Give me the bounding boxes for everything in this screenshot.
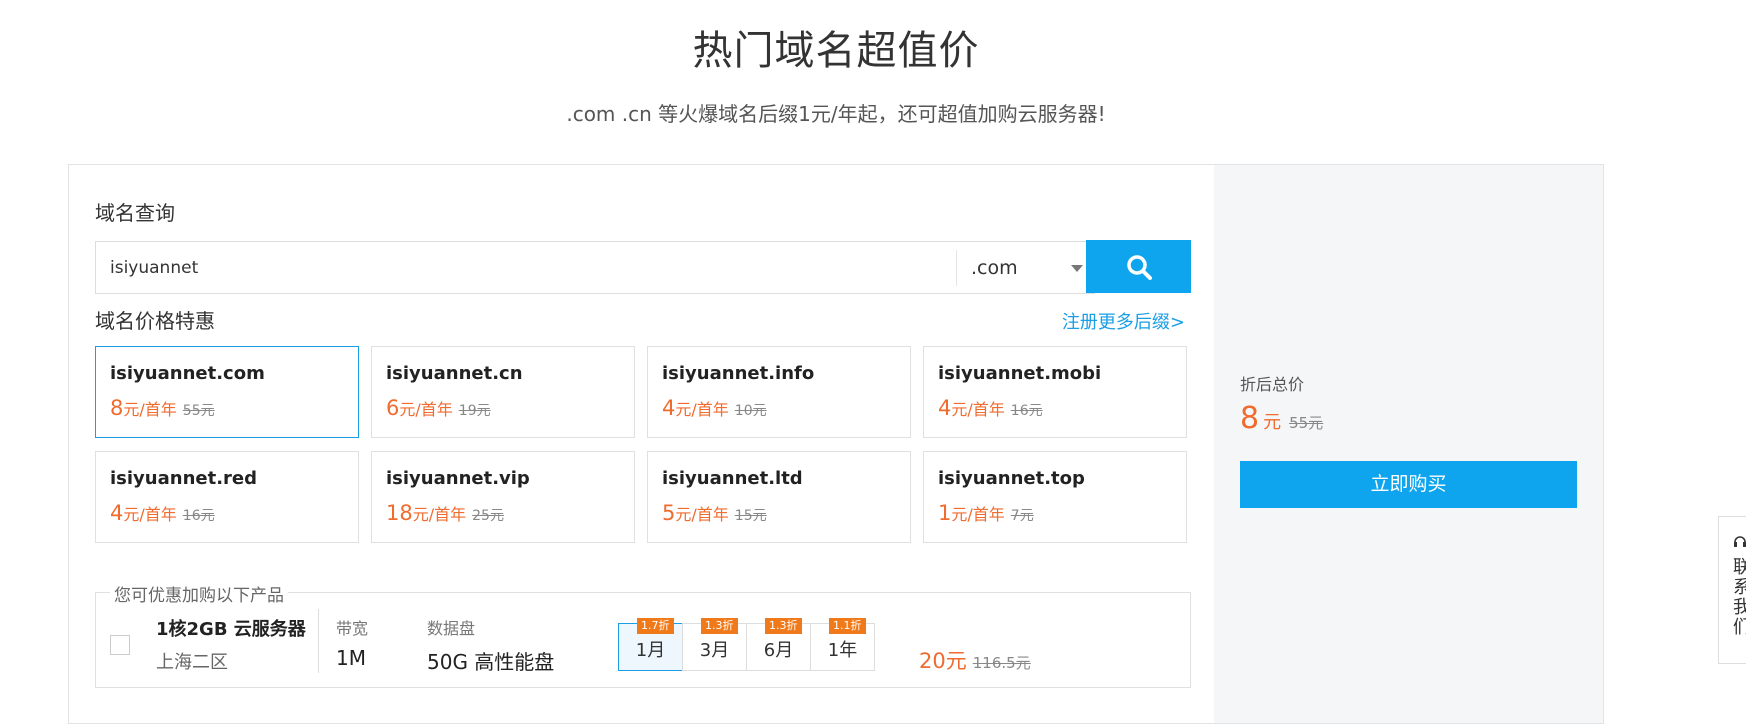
domain-offer-card[interactable]: isiyuannet.ltd 5元/首年 15元 <box>647 451 911 543</box>
total-old-price: 55元 <box>1289 414 1324 432</box>
domain-price-unit: 元/首年 <box>399 400 453 419</box>
domain-price-unit: 元/首年 <box>123 505 177 524</box>
domain-panel: 域名查询 .com 域名价格特惠 注册更多后缀> isiyuannet.com 8… <box>68 164 1604 724</box>
discount-badge: 1.3折 <box>765 618 802 634</box>
domain-price-value: 4 <box>110 501 124 525</box>
domain-price: 4元/首年 16元 <box>938 396 1186 420</box>
headset-icon <box>1734 536 1746 547</box>
suffix-select-value: .com <box>971 257 1018 279</box>
domain-offer-card[interactable]: isiyuannet.info 4元/首年 10元 <box>647 346 911 438</box>
domain-old-price: 7元 <box>1010 508 1034 524</box>
domain-price-unit: 元/首年 <box>675 400 729 419</box>
hero-subtitle: .com .cn 等火爆域名后缀1元/年起，还可超值加购云服务器! <box>566 102 1106 126</box>
domain-price-value: 1 <box>938 501 952 525</box>
search-section-label: 域名查询 <box>95 201 175 225</box>
addon-section: 您可优惠加购以下产品 1核2GB 云服务器 上海二区 带宽 1M 数据盘 50G… <box>95 581 1191 688</box>
domain-offer-card[interactable]: isiyuannet.com 8元/首年 55元 <box>95 346 359 438</box>
domain-name: isiyuannet.com <box>110 363 265 384</box>
discount-badge: 1.1折 <box>829 618 866 634</box>
contact-widget-text: 联系我们 <box>1733 557 1746 638</box>
domain-name: isiyuannet.top <box>938 468 1085 489</box>
domain-price-value: 18 <box>386 501 413 525</box>
domain-price: 4元/首年 10元 <box>662 396 910 420</box>
total-price: 8 元 55元 <box>1240 401 1323 436</box>
period-label: 1月 <box>635 640 666 661</box>
addon-title: 1核2GB 云服务器 <box>156 619 306 640</box>
domain-offer-card[interactable]: isiyuannet.red 4元/首年 16元 <box>95 451 359 543</box>
search-icon <box>1126 254 1152 280</box>
domain-old-price: 15元 <box>734 508 767 524</box>
search-box: .com <box>95 241 1095 294</box>
addon-legend: 您可优惠加购以下产品 <box>110 581 288 606</box>
domain-name: isiyuannet.cn <box>386 363 523 384</box>
addon-price-value: 20元 <box>919 649 967 673</box>
addon-old-price: 116.5元 <box>972 654 1031 672</box>
domain-price-value: 8 <box>110 396 124 420</box>
domain-price-unit: 元/首年 <box>123 400 177 419</box>
domain-price-value: 4 <box>662 396 676 420</box>
discount-badge: 1.3折 <box>701 618 738 634</box>
domain-price-unit: 元/首年 <box>951 400 1005 419</box>
domain-price-value: 6 <box>386 396 400 420</box>
bandwidth-value: 1M <box>336 646 366 670</box>
period-option[interactable]: 1.1折 1年 <box>810 618 875 671</box>
domain-old-price: 16元 <box>1010 403 1043 419</box>
domain-price: 8元/首年 55元 <box>110 396 358 420</box>
domain-name: isiyuannet.red <box>110 468 257 489</box>
domain-old-price: 55元 <box>182 403 215 419</box>
domain-price-unit: 元/首年 <box>675 505 729 524</box>
suffix-select[interactable]: .com <box>956 250 1095 286</box>
more-suffixes-link[interactable]: 注册更多后缀> <box>1062 308 1185 334</box>
addon-price: 20元 116.5元 <box>919 645 1031 675</box>
domain-price-value: 5 <box>662 501 676 525</box>
addon-checkbox[interactable] <box>110 635 130 655</box>
bandwidth-label: 带宽 <box>336 619 369 638</box>
domain-name: isiyuannet.mobi <box>938 363 1102 384</box>
search-button[interactable] <box>1086 240 1191 293</box>
discount-badge: 1.7折 <box>637 618 674 634</box>
disk-label: 数据盘 <box>427 619 476 638</box>
domain-price-unit: 元/首年 <box>412 505 467 524</box>
hero-title: 热门域名超值价 <box>692 28 980 74</box>
domain-old-price: 16元 <box>182 508 215 524</box>
domain-name: isiyuannet.info <box>662 363 815 384</box>
buy-now-button[interactable]: 立即购买 <box>1240 461 1577 508</box>
domain-offer-card[interactable]: isiyuannet.vip 18元/首年 25元 <box>371 451 635 543</box>
domain-price: 1元/首年 7元 <box>938 501 1186 525</box>
domain-name: isiyuannet.vip <box>386 468 530 489</box>
period-label: 6月 <box>763 640 794 661</box>
total-label: 折后总价 <box>1240 375 1305 394</box>
summary-panel: 折后总价 8 元 55元 立即购买 <box>1214 165 1603 723</box>
domain-price: 18元/首年 25元 <box>386 501 634 525</box>
domain-offer-card[interactable]: isiyuannet.mobi 4元/首年 16元 <box>923 346 1187 438</box>
disk-value: 50G 高性能盘 <box>427 650 555 674</box>
domain-search-input[interactable] <box>96 242 956 293</box>
domain-old-price: 19元 <box>458 403 491 419</box>
domain-price-value: 4 <box>938 396 952 420</box>
contact-widget[interactable]: 联系我们 <box>1718 516 1746 664</box>
period-option[interactable]: 1.3折 3月 <box>682 618 747 671</box>
period-label: 1年 <box>827 640 858 661</box>
domain-old-price: 10元 <box>734 403 767 419</box>
total-price-unit: 元 <box>1263 412 1282 433</box>
domain-offer-card[interactable]: isiyuannet.cn 6元/首年 19元 <box>371 346 635 438</box>
domain-offer-card[interactable]: isiyuannet.top 1元/首年 7元 <box>923 451 1187 543</box>
period-option[interactable]: 1.3折 6月 <box>746 618 811 671</box>
domain-price-unit: 元/首年 <box>951 505 1005 524</box>
period-option[interactable]: 1.7折 1月 <box>618 618 683 671</box>
total-price-value: 8 <box>1240 401 1260 436</box>
addon-region: 上海二区 <box>156 652 228 673</box>
domain-price: 4元/首年 16元 <box>110 501 358 525</box>
domain-name: isiyuannet.ltd <box>662 468 803 489</box>
period-label: 3月 <box>699 640 730 661</box>
domain-price: 5元/首年 15元 <box>662 501 910 525</box>
divider <box>318 609 319 673</box>
domain-old-price: 25元 <box>472 508 504 524</box>
domain-price: 6元/首年 19元 <box>386 396 634 420</box>
offers-section-label: 域名价格特惠 <box>95 309 215 333</box>
chevron-down-icon <box>1071 265 1083 272</box>
